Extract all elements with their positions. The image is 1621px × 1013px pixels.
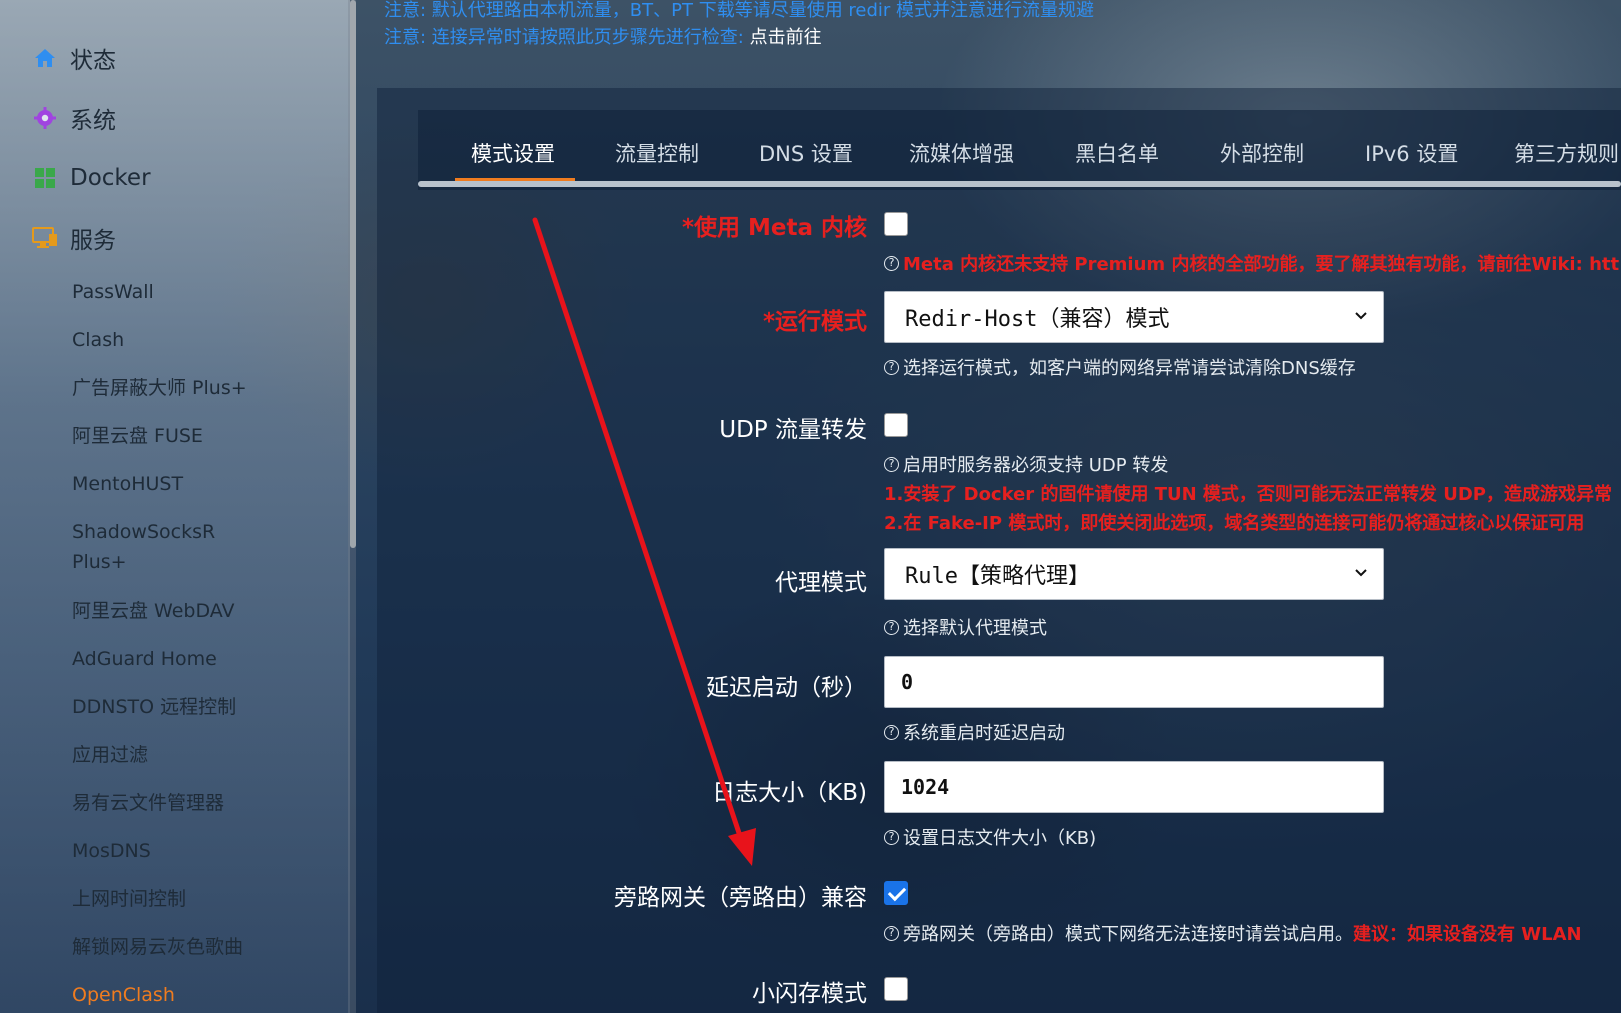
sidebar-item-label: 状态 <box>70 48 116 74</box>
meta-core-help: ? Meta 内核还未支持 Premium 内核的全部功能，要了解其独有功能，请… <box>884 250 1619 276</box>
udp-forward-label: UDP 流量转发 <box>719 417 867 443</box>
tab-streaming[interactable]: 流媒体增强 <box>909 138 1014 168</box>
sidebar-item-ddnsto[interactable]: DDNSTO 远程控制 <box>72 692 236 722</box>
delay-start-value: 0 <box>901 670 914 694</box>
tab-traffic-control[interactable]: 流量控制 <box>615 138 699 168</box>
log-size-help-text: 设置日志文件大小（KB) <box>903 828 1097 849</box>
tab-third-party-rules[interactable]: 第三方规则 <box>1514 138 1619 168</box>
bypass-gateway-help-text: 旁路网关（旁路由）模式下网络无法连接时请尝试启用。 <box>903 924 1353 945</box>
help-icon: ? <box>884 829 899 845</box>
sidebar-scrollbar-thumb[interactable] <box>350 0 356 548</box>
sidebar-item-openclash[interactable]: OpenClash <box>72 980 175 1010</box>
proxy-mode-select[interactable]: Rule【策略代理】 <box>884 548 1384 600</box>
help-icon: ? <box>884 724 899 740</box>
delay-start-input[interactable]: 0 <box>884 656 1384 708</box>
sidebar-item-appfilter[interactable]: 应用过滤 <box>72 740 148 770</box>
sidebar-item-aliyun-webdav[interactable]: 阿里云盘 WebDAV <box>72 596 235 626</box>
help-icon: ? <box>884 619 899 635</box>
proxy-mode-label: 代理模式 <box>775 570 867 596</box>
gear-icon <box>32 105 58 131</box>
small-flash-label: 小闪存模式 <box>752 981 867 1007</box>
help-icon: ? <box>884 456 899 472</box>
run-mode-select[interactable]: Redir-Host（兼容）模式 <box>884 291 1384 343</box>
proxy-mode-help-text: 选择默认代理模式 <box>903 618 1047 639</box>
notice-check-link[interactable]: 点击前往 <box>750 27 822 48</box>
log-size-value: 1024 <box>901 775 950 799</box>
chevron-down-icon <box>1353 306 1369 332</box>
sidebar-item-adguard[interactable]: AdGuard Home <box>72 644 217 674</box>
log-size-input[interactable]: 1024 <box>884 761 1384 813</box>
home-icon <box>32 45 58 71</box>
run-mode-value: Redir-Host（兼容）模式 <box>905 307 1170 332</box>
sidebar-item-aliyun-fuse[interactable]: 阿里云盘 FUSE <box>72 421 203 451</box>
run-mode-label: *运行模式 <box>762 309 867 335</box>
bypass-gateway-help: ? 旁路网关（旁路由）模式下网络无法连接时请尝试启用。 建议：如果设备没有 WL… <box>884 920 1582 946</box>
delay-start-help: ? 系统重启时延迟启动 <box>884 719 1065 745</box>
tab-divider <box>418 181 1621 187</box>
sidebar-item-passwall[interactable]: PassWall <box>72 277 154 307</box>
udp-warning-fakeip: 2.在 Fake-IP 模式时，即使关闭此选项，域名类型的连接可能仍将通过核心以… <box>884 513 1585 534</box>
udp-warning-docker: 1.安装了 Docker 的固件请使用 TUN 模式，否则可能无法正常转发 UD… <box>884 484 1612 505</box>
sidebar-item-time-control[interactable]: 上网时间控制 <box>72 884 186 914</box>
delay-start-label: 延迟启动（秒） <box>706 675 867 701</box>
grid-icon <box>32 165 58 191</box>
tab-external-control[interactable]: 外部控制 <box>1220 138 1304 168</box>
sidebar-item-label: Docker <box>70 165 151 191</box>
udp-forward-checkbox[interactable] <box>884 413 908 437</box>
meta-core-label: *使用 Meta 内核 <box>681 215 867 241</box>
proxy-mode-help: ? 选择默认代理模式 <box>884 614 1047 640</box>
help-icon: ? <box>884 255 899 271</box>
sidebar-item-unblock-music[interactable]: 解锁网易云灰色歌曲 <box>72 932 243 962</box>
sidebar-item-file-manager[interactable]: 易有云文件管理器 <box>72 788 224 818</box>
tab-mode-settings[interactable]: 模式设置 <box>471 138 555 168</box>
bypass-gateway-help-warning: 建议：如果设备没有 WLAN <box>1353 924 1582 945</box>
run-mode-help-text: 选择运行模式，如客户端的网络异常请尝试清除DNS缓存 <box>903 358 1356 379</box>
delay-start-help-text: 系统重启时延迟启动 <box>903 723 1065 744</box>
help-icon: ? <box>884 925 899 941</box>
sidebar-item-docker[interactable]: Docker <box>32 158 151 198</box>
sidebar-item-system[interactable]: 系统 <box>32 98 116 138</box>
sidebar-item-status[interactable]: 状态 <box>32 38 116 78</box>
monitor-icon <box>32 225 58 251</box>
sidebar: 状态 系统 Docker 服务 PassWall Clash 广告屏蔽大师 Pl… <box>0 0 350 1013</box>
notice-check: 注意: 连接异常时请按照此页步骤先进行检查: 点击前往 <box>384 23 822 49</box>
sidebar-item-shadowsocksr[interactable]: ShadowSocksR <box>72 517 215 547</box>
notice-redir: 注意: 默认代理路由本机流量，BT、PT 下载等请尽量使用 redir 模式并注… <box>384 0 1095 21</box>
notice-check-text: 注意: 连接异常时请按照此页步骤先进行检查: <box>384 27 744 48</box>
tab-dns-settings[interactable]: DNS 设置 <box>759 138 853 168</box>
sidebar-item-label: 服务 <box>70 228 116 254</box>
bypass-gateway-checkbox[interactable] <box>884 881 908 905</box>
tab-black-white-list[interactable]: 黑白名单 <box>1075 138 1159 168</box>
chevron-down-icon <box>1353 563 1369 589</box>
udp-forward-help: ? 启用时服务器必须支持 UDP 转发 <box>884 451 1168 477</box>
udp-forward-help-text: 启用时服务器必须支持 UDP 转发 <box>903 455 1169 476</box>
log-size-help: ? 设置日志文件大小（KB) <box>884 824 1096 850</box>
sidebar-item-adblock[interactable]: 广告屏蔽大师 Plus+ <box>72 373 247 403</box>
bypass-gateway-label: 旁路网关（旁路由）兼容 <box>614 885 867 911</box>
sidebar-item-mosdns[interactable]: MosDNS <box>72 836 151 866</box>
run-mode-help: ? 选择运行模式，如客户端的网络异常请尝试清除DNS缓存 <box>884 354 1356 380</box>
help-icon: ? <box>884 359 899 375</box>
proxy-mode-value: Rule【策略代理】 <box>905 564 1090 589</box>
meta-core-checkbox[interactable] <box>884 212 908 236</box>
sidebar-item-shadowsocksr-plus[interactable]: Plus+ <box>72 547 127 577</box>
sidebar-item-services[interactable]: 服务 <box>32 218 116 258</box>
meta-core-help-text: Meta 内核还未支持 Premium 内核的全部功能，要了解其独有功能，请前往… <box>903 254 1620 275</box>
tab-ipv6-settings[interactable]: IPv6 设置 <box>1365 138 1458 168</box>
sidebar-item-clash[interactable]: Clash <box>72 325 124 355</box>
sidebar-item-label: 系统 <box>70 108 116 134</box>
small-flash-checkbox[interactable] <box>884 977 908 1001</box>
log-size-label: 日志大小（KB) <box>712 780 867 806</box>
sidebar-item-mentohust[interactable]: MentoHUST <box>72 469 183 499</box>
